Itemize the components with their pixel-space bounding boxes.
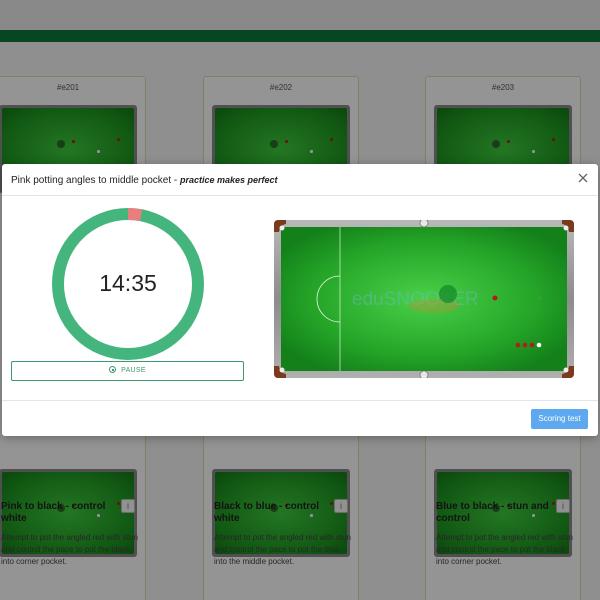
cue-ball — [536, 342, 542, 348]
red-ball — [492, 295, 498, 301]
pause-button[interactable]: PAUSE — [11, 361, 244, 381]
corner-jaw — [563, 225, 569, 231]
corner-jaw — [279, 367, 285, 373]
close-icon[interactable] — [576, 172, 590, 186]
middle-pocket-bottom — [419, 370, 429, 378]
corner-jaw — [563, 367, 569, 373]
modal-subtitle: practice makes perfect — [180, 175, 278, 185]
timer-display: 14:35 — [99, 270, 157, 296]
spot-mark — [538, 296, 542, 300]
modal-title-main: Pink potting angles to middle pocket — [11, 175, 172, 186]
scoring-test-button[interactable]: Scoring test — [531, 409, 588, 429]
modal-title: Pink potting angles to middle pocket - p… — [11, 175, 278, 186]
modal-footer: Scoring test — [2, 400, 598, 436]
middle-pocket-top — [419, 220, 429, 228]
red-ball — [522, 342, 528, 348]
corner-jaw — [279, 225, 285, 231]
green-ball-mark — [439, 285, 457, 303]
pause-icon — [109, 366, 117, 373]
red-ball — [529, 342, 535, 348]
snooker-table: eduSNOOKER — [274, 220, 574, 378]
modal-header: Pink potting angles to middle pocket - p… — [2, 164, 598, 196]
exercise-modal: Pink potting angles to middle pocket - p… — [2, 164, 598, 436]
title-separator: - — [171, 175, 180, 186]
pause-label: PAUSE — [121, 367, 146, 374]
red-ball — [515, 342, 521, 348]
